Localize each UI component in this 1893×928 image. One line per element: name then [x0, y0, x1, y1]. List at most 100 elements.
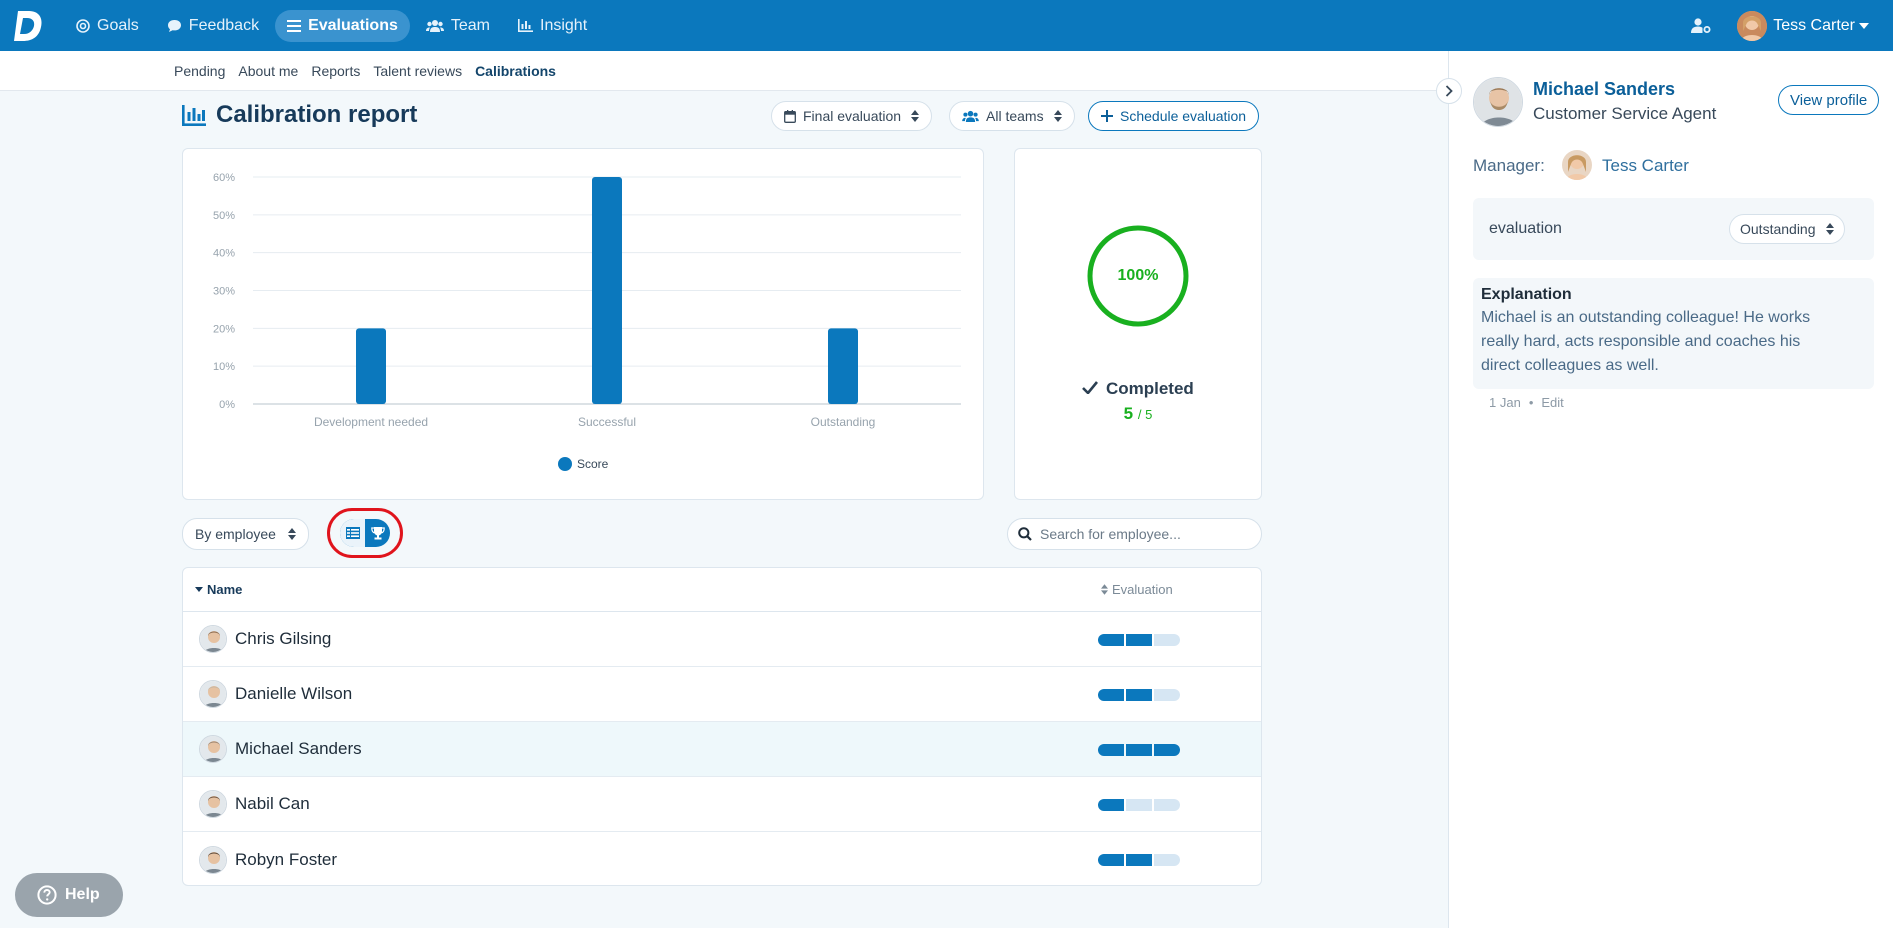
avatar: [199, 790, 227, 818]
evaluation-box: evaluation Outstanding: [1473, 198, 1874, 260]
trophy-icon: [370, 527, 385, 540]
y-tick-label: 40%: [213, 248, 235, 260]
nav-goals[interactable]: Goals: [64, 10, 151, 42]
employee-table: Name Evaluation Chris Gilsing Danielle Wi…: [182, 567, 1262, 886]
evaluation-level-segment: [1098, 634, 1124, 646]
table-row[interactable]: Michael Sanders: [183, 722, 1261, 777]
schedule-evaluation-label: Schedule evaluation: [1120, 108, 1247, 124]
completion-status: Completed: [1015, 379, 1261, 399]
table-row[interactable]: Nabil Can: [183, 777, 1261, 832]
y-tick-label: 60%: [213, 172, 235, 184]
evaluation-level-segment: [1126, 744, 1152, 756]
name-column-label: Name: [207, 582, 243, 597]
group-by-label: By employee: [195, 526, 276, 542]
search-icon: [1018, 527, 1032, 541]
table-row[interactable]: Robyn Foster: [183, 832, 1261, 885]
sort-updown-icon: [1825, 223, 1834, 235]
nav-feedback[interactable]: Feedback: [155, 10, 271, 42]
subnav-pending[interactable]: Pending: [174, 63, 225, 79]
sub-navigation: Pending About me Reports Talent reviews …: [0, 51, 1448, 91]
legend-label[interactable]: Score: [577, 457, 609, 471]
employee-name-cell: Robyn Foster: [235, 849, 338, 869]
question-circle-icon: [37, 885, 57, 905]
bar-outstanding[interactable]: [828, 328, 858, 404]
sort-updown-icon: [911, 110, 920, 122]
app-logo[interactable]: [10, 8, 46, 44]
top-navigation: Goals Feedback Evaluations Team Insight …: [0, 0, 1893, 51]
user-avatar[interactable]: [1737, 10, 1768, 41]
subnav-talent-reviews[interactable]: Talent reviews: [373, 63, 462, 79]
help-button[interactable]: Help: [15, 873, 123, 917]
completion-percent: 100%: [1117, 267, 1159, 284]
ranking-view-toggle[interactable]: [365, 519, 390, 547]
employee-search[interactable]: [1007, 518, 1262, 550]
subnav-about-me[interactable]: About me: [238, 63, 298, 79]
name-column-header[interactable]: Name: [195, 582, 242, 597]
table-header: Name Evaluation: [183, 568, 1261, 612]
target-icon: [76, 18, 90, 33]
manager-avatar: [1562, 150, 1592, 180]
nav-goals-label: Goals: [97, 16, 139, 34]
user-name[interactable]: Tess Carter: [1773, 17, 1855, 35]
completion-count: 5 / 5: [1015, 404, 1261, 424]
user-settings-icon[interactable]: [1691, 18, 1711, 33]
team-icon: [425, 20, 444, 32]
avatar: [199, 625, 227, 653]
plus-icon: [1101, 110, 1113, 122]
group-by-select[interactable]: By employee: [182, 518, 309, 550]
sort-updown-icon: [287, 528, 296, 540]
collapse-panel-button[interactable]: [1436, 78, 1462, 104]
checkmark-icon: [1082, 381, 1099, 395]
nav-insight-label: Insight: [540, 16, 588, 34]
view-profile-button[interactable]: View profile: [1778, 85, 1880, 115]
legend-swatch: [558, 457, 572, 471]
avatar: [199, 735, 227, 763]
evaluation-level-bar: [1098, 799, 1180, 811]
sort-updown-icon: [1053, 110, 1062, 122]
y-tick-label: 20%: [213, 323, 235, 335]
evaluation-level-segment: [1154, 689, 1180, 701]
employee-search-input[interactable]: [1040, 526, 1250, 542]
explanation-box: Explanation Michael is an outstanding co…: [1473, 278, 1874, 389]
team-icon: [962, 110, 979, 122]
nav-team[interactable]: Team: [414, 10, 502, 42]
subnav-reports[interactable]: Reports: [311, 63, 360, 79]
evaluation-column-header[interactable]: Evaluation: [1101, 582, 1173, 597]
chat-bubble-icon: [167, 19, 181, 32]
bar-chart-icon: [518, 19, 533, 32]
help-label: Help: [65, 886, 100, 903]
completion-done: 5: [1123, 404, 1134, 423]
y-tick-label: 0%: [219, 399, 235, 411]
table-view-icon: [345, 527, 360, 539]
evaluation-level-segment: [1098, 854, 1124, 866]
bar-development-needed[interactable]: [356, 328, 386, 404]
table-row[interactable]: Chris Gilsing: [183, 612, 1261, 667]
evaluation-filter-select[interactable]: Final evaluation: [771, 101, 933, 131]
schedule-evaluation-button[interactable]: Schedule evaluation: [1088, 101, 1260, 131]
evaluation-level-segment: [1126, 799, 1152, 811]
page-title: Calibration report: [182, 101, 417, 129]
bar-successful[interactable]: [592, 177, 622, 404]
teams-filter-select[interactable]: All teams: [949, 101, 1075, 131]
table-view-toggle[interactable]: [340, 519, 365, 547]
completion-total: / 5: [1137, 407, 1153, 422]
evaluation-select[interactable]: Outstanding: [1729, 214, 1845, 244]
evaluation-level-segment: [1126, 854, 1152, 866]
subnav-calibrations[interactable]: Calibrations: [475, 63, 556, 79]
evaluation-level-bar: [1098, 634, 1180, 646]
y-tick-label: 10%: [213, 361, 235, 373]
view-toggle[interactable]: [340, 519, 390, 547]
caret-down-icon[interactable]: [1859, 22, 1869, 29]
evaluation-level-segment: [1098, 744, 1124, 756]
manager-label: Manager:: [1473, 156, 1545, 175]
explanation-meta: 1 Jan • Edit: [1489, 395, 1564, 410]
nav-evaluations[interactable]: Evaluations: [275, 9, 410, 42]
explanation-text: Michael is an outstanding colleague! He …: [1481, 309, 1811, 374]
manager-name[interactable]: Tess Carter: [1602, 156, 1689, 176]
x-tick-label: Successful: [578, 415, 636, 429]
nav-insight[interactable]: Insight: [506, 10, 599, 42]
page-title-text: Calibration report: [216, 101, 418, 128]
evaluation-level-segment: [1154, 634, 1180, 646]
table-row[interactable]: Danielle Wilson: [183, 667, 1261, 722]
edit-explanation-link[interactable]: Edit: [1541, 395, 1563, 410]
